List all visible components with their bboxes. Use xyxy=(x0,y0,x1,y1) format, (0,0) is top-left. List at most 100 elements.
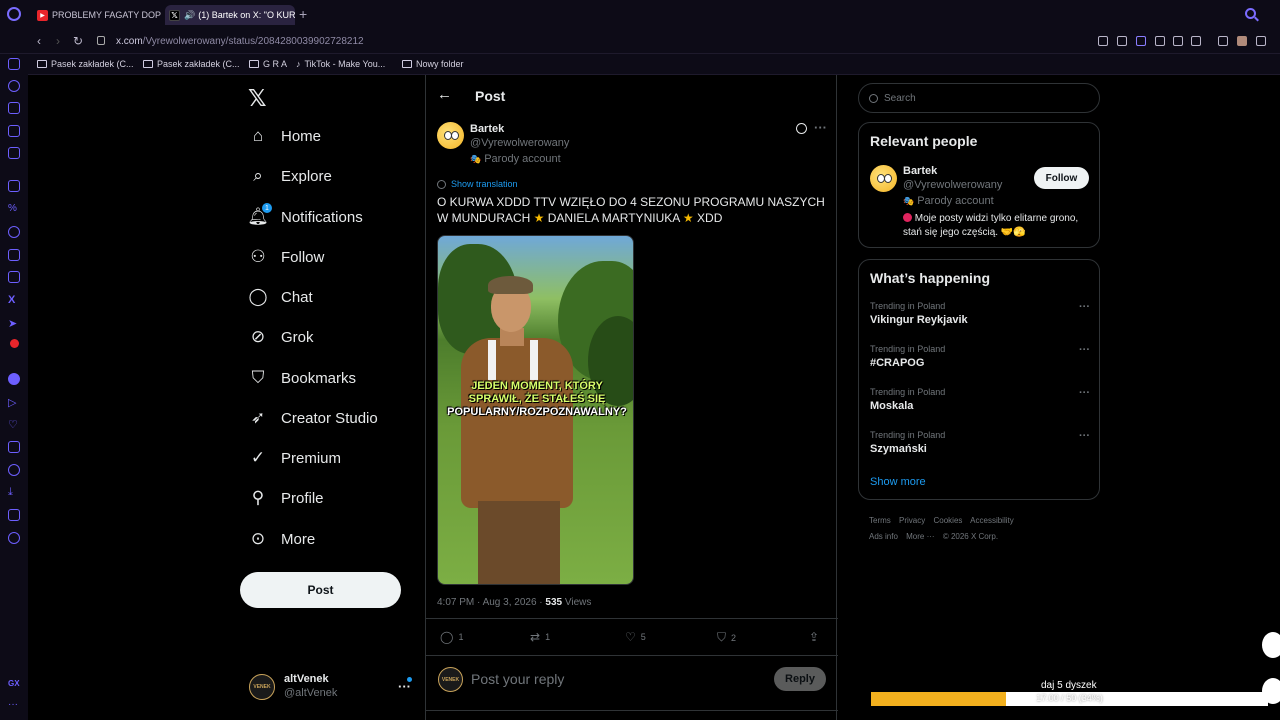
sidebar-heart-icon[interactable]: ♡ xyxy=(8,418,20,431)
footer-link[interactable]: Ads info xyxy=(869,532,898,541)
sidebar-music-icon[interactable] xyxy=(8,373,20,385)
person-handle[interactable]: @Vyrewolwerowany xyxy=(903,179,1002,191)
nav-label: Grok xyxy=(281,328,314,346)
nav-follow[interactable]: ⚇ Follow xyxy=(248,244,324,270)
footer-link[interactable]: More ··· xyxy=(906,532,934,541)
trend-item[interactable]: Trending in Poland Szymański ··· xyxy=(870,430,1090,455)
sidebar-gx-icon[interactable]: GX xyxy=(8,679,20,691)
show-translation-link[interactable]: Show translation xyxy=(437,179,518,189)
sidebar-telegram-icon[interactable]: ➤ xyxy=(8,317,20,330)
sidebar-clock-icon[interactable] xyxy=(8,464,20,476)
bookmark-folder[interactable]: Nowy folder xyxy=(402,59,464,69)
repost-action[interactable]: ⇄ 1 xyxy=(530,630,550,644)
sidebar-instagram-icon[interactable] xyxy=(8,271,20,283)
sidebar-twitch-icon[interactable] xyxy=(8,180,20,192)
pin-icon[interactable] xyxy=(1098,36,1108,46)
nav-explore[interactable]: ⌕ Explore xyxy=(248,163,332,189)
back-arrow-icon[interactable]: ← xyxy=(437,86,452,103)
tab-youtube[interactable]: ▶ PROBLEMY FAGATY DOPI xyxy=(33,5,161,25)
post-button[interactable]: Post xyxy=(240,572,401,608)
trend-item[interactable]: Trending in Poland Vikingur Reykjavik ··… xyxy=(870,301,1090,326)
footer-link[interactable]: Accessibility xyxy=(970,516,1014,525)
profile-icon[interactable] xyxy=(1237,36,1247,46)
more-icon[interactable]: ··· xyxy=(1079,344,1090,356)
new-tab-button[interactable]: + xyxy=(299,6,307,22)
nav-label: Explore xyxy=(281,167,332,185)
x-logo-icon[interactable]: 𝕏 xyxy=(248,85,267,112)
shield-icon[interactable] xyxy=(1136,36,1146,46)
footer-link[interactable]: Cookies xyxy=(933,516,962,525)
footer-link[interactable]: Terms xyxy=(869,516,891,525)
reply-button[interactable]: Reply xyxy=(774,667,826,691)
sidebar-download-icon[interactable]: ⤓ xyxy=(8,486,20,498)
author-name[interactable]: Bartek xyxy=(470,123,504,135)
avatar[interactable] xyxy=(870,165,897,192)
grok-icon[interactable] xyxy=(796,123,807,134)
sidebar-mail-icon[interactable] xyxy=(8,58,20,70)
sidebar-more-icon[interactable]: ··· xyxy=(8,699,20,711)
like-action[interactable]: ♡ 5 xyxy=(625,630,646,644)
post-time[interactable]: 4:07 PM · Aug 3, 2026 · xyxy=(437,597,545,608)
bookmark-action[interactable]: ⛉ 2 xyxy=(717,630,736,645)
follow-button[interactable]: Follow xyxy=(1034,167,1089,189)
footer-link[interactable]: Privacy xyxy=(899,516,925,525)
reply-input[interactable]: Post your reply xyxy=(471,671,564,687)
sidebar-settings-icon[interactable] xyxy=(8,532,20,544)
more-icon[interactable]: ··· xyxy=(1079,430,1090,442)
browser-logo-icon[interactable] xyxy=(7,7,21,21)
share-action[interactable]: ⇪ xyxy=(809,630,824,644)
nav-more[interactable]: ⊙ More xyxy=(248,526,315,552)
nav-grok[interactable]: ⊘ Grok xyxy=(248,324,314,350)
bookmark-folder[interactable]: Pasek zakładek (C... xyxy=(143,59,240,69)
nav-bookmarks[interactable]: ⛉ Bookmarks xyxy=(248,365,356,391)
reply-action[interactable]: ◯ 1 xyxy=(440,630,463,644)
nav-chat[interactable]: ◯ Chat xyxy=(248,284,312,310)
translate-icon[interactable] xyxy=(1155,36,1165,46)
author-handle[interactable]: @Vyrewolwerowany xyxy=(470,137,569,149)
bookmark-folder[interactable]: G R A xyxy=(249,59,287,69)
more-icon[interactable]: ··· xyxy=(1079,387,1090,399)
back-icon[interactable]: ‹ xyxy=(37,34,41,48)
sidebar-wallet-icon[interactable] xyxy=(8,125,20,137)
nav-premium[interactable]: ✓ Premium xyxy=(248,445,341,471)
sidebar-record-icon[interactable] xyxy=(10,339,19,348)
sidebar-discord-icon[interactable] xyxy=(8,249,20,261)
sidebar-news-icon[interactable] xyxy=(8,147,20,159)
account-switcher[interactable]: VENEK altVenek @altVenek ··· xyxy=(249,673,414,705)
bookmark-folder[interactable]: Pasek zakładek (C... xyxy=(37,59,134,69)
nav-profile[interactable]: ⚲ Profile xyxy=(248,485,324,511)
forward-icon[interactable]: › xyxy=(56,34,60,48)
extensions-icon[interactable] xyxy=(1218,36,1228,46)
person-name[interactable]: Bartek xyxy=(903,165,937,177)
heart-icon[interactable] xyxy=(1191,36,1201,46)
url-path: /Vyrewolwerowany/status/2084280039902728… xyxy=(142,36,364,47)
sidebar-percent-icon[interactable]: % xyxy=(8,203,20,215)
trend-item[interactable]: Trending in Poland #CRAPOG ··· xyxy=(870,344,1090,369)
search-input[interactable]: Search xyxy=(858,83,1100,113)
url-field[interactable]: x.com/Vyrewolwerowany/status/20842800399… xyxy=(116,36,364,47)
tab-search-icon[interactable] xyxy=(1245,8,1256,19)
sidebar-messenger-icon[interactable] xyxy=(8,226,20,238)
card-title: What’s happening xyxy=(870,270,991,286)
more-icon[interactable]: ··· xyxy=(814,120,827,135)
download-icon[interactable] xyxy=(1256,36,1266,46)
sidebar-history-icon[interactable] xyxy=(8,80,20,92)
snapshot-icon[interactable] xyxy=(1117,36,1127,46)
play-icon[interactable] xyxy=(1173,36,1183,46)
sidebar-flow-icon[interactable]: ▷ xyxy=(8,396,20,409)
reload-icon[interactable]: ↻ xyxy=(73,34,83,48)
tab-x-post[interactable]: 𝕏 🔊 (1) Bartek on X: "O KUR xyxy=(165,5,295,25)
trend-item[interactable]: Trending in Poland Moskala ··· xyxy=(870,387,1090,412)
nav-home[interactable]: ⌂ Home xyxy=(248,123,321,149)
nav-notifications[interactable]: 🔔︎ 1 Notifications xyxy=(247,203,363,230)
sidebar-tabs-icon[interactable] xyxy=(8,441,20,453)
show-more-link[interactable]: Show more xyxy=(870,476,926,488)
sidebar-x-icon[interactable]: X xyxy=(8,294,20,306)
more-icon[interactable]: ··· xyxy=(1079,301,1090,313)
post-video[interactable]: JEDEN MOMENT, KTÓRY SPRAWIŁ, ŻE STAŁEŚ S… xyxy=(437,235,634,585)
nav-creator-studio[interactable]: ➶ Creator Studio xyxy=(248,405,378,431)
bookmark-tiktok[interactable]: ♪ TikTok - Make You... xyxy=(296,59,385,69)
sidebar-bag-icon[interactable] xyxy=(8,102,20,114)
author-avatar[interactable] xyxy=(437,122,464,149)
sidebar-extensions-icon[interactable] xyxy=(8,509,20,521)
